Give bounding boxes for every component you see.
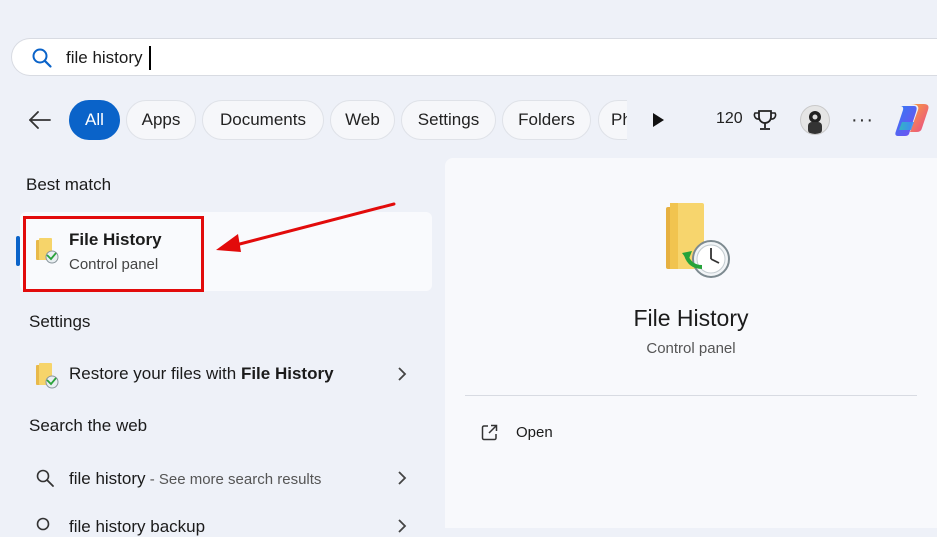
web-result-next[interactable]: file history backup bbox=[69, 517, 205, 537]
settings-result-bold: File History bbox=[240, 364, 334, 383]
tab-documents[interactable]: Documents bbox=[202, 100, 324, 140]
settings-result[interactable]: Restore your files with File History bbox=[69, 364, 334, 384]
tab-web[interactable]: Web bbox=[330, 100, 395, 140]
web-result-query: file history bbox=[69, 469, 146, 488]
tab-apps[interactable]: Apps bbox=[126, 100, 196, 140]
open-external-icon[interactable] bbox=[480, 423, 499, 442]
chevron-right-icon[interactable] bbox=[397, 366, 407, 382]
file-history-icon bbox=[36, 363, 59, 389]
preview-subtitle: Control panel bbox=[646, 340, 736, 357]
back-arrow-icon[interactable] bbox=[26, 106, 54, 134]
search-icon bbox=[36, 517, 50, 531]
search-web-heading: Search the web bbox=[29, 416, 148, 435]
play-icon[interactable] bbox=[650, 111, 666, 129]
search-box[interactable] bbox=[11, 38, 937, 76]
best-match-heading: Best match bbox=[26, 175, 112, 194]
tab-photos[interactable]: Ph bbox=[598, 100, 627, 140]
copilot-icon[interactable] bbox=[892, 100, 932, 140]
selection-indicator bbox=[16, 236, 20, 266]
settings-heading: Settings bbox=[29, 312, 91, 331]
chevron-right-icon[interactable] bbox=[397, 518, 407, 534]
text-caret bbox=[149, 46, 151, 70]
web-result[interactable]: file history - See more search results bbox=[69, 469, 321, 489]
avatar-image bbox=[808, 111, 822, 134]
annotation-arrow bbox=[216, 202, 396, 252]
rewards-points: 120 bbox=[716, 110, 743, 127]
chevron-right-icon[interactable] bbox=[397, 470, 407, 486]
more-options-icon[interactable]: ··· bbox=[851, 109, 874, 132]
tab-folders[interactable]: Folders bbox=[502, 100, 591, 140]
trophy-icon[interactable] bbox=[752, 107, 778, 133]
search-input[interactable] bbox=[66, 45, 666, 71]
preview-title: File History bbox=[633, 305, 749, 331]
search-icon bbox=[32, 48, 52, 68]
settings-result-prefix: Restore your files with bbox=[69, 364, 241, 383]
tab-photos-clip: Ph bbox=[598, 100, 627, 140]
web-result-suffix: - See more search results bbox=[145, 471, 322, 488]
open-action[interactable]: Open bbox=[516, 424, 553, 441]
tab-all[interactable]: All bbox=[69, 100, 120, 140]
preview-divider bbox=[465, 395, 917, 396]
avatar[interactable] bbox=[800, 105, 830, 135]
search-icon bbox=[36, 469, 54, 487]
file-history-large-icon bbox=[666, 203, 730, 278]
tab-settings[interactable]: Settings bbox=[401, 100, 496, 140]
highlight-box bbox=[23, 216, 204, 292]
